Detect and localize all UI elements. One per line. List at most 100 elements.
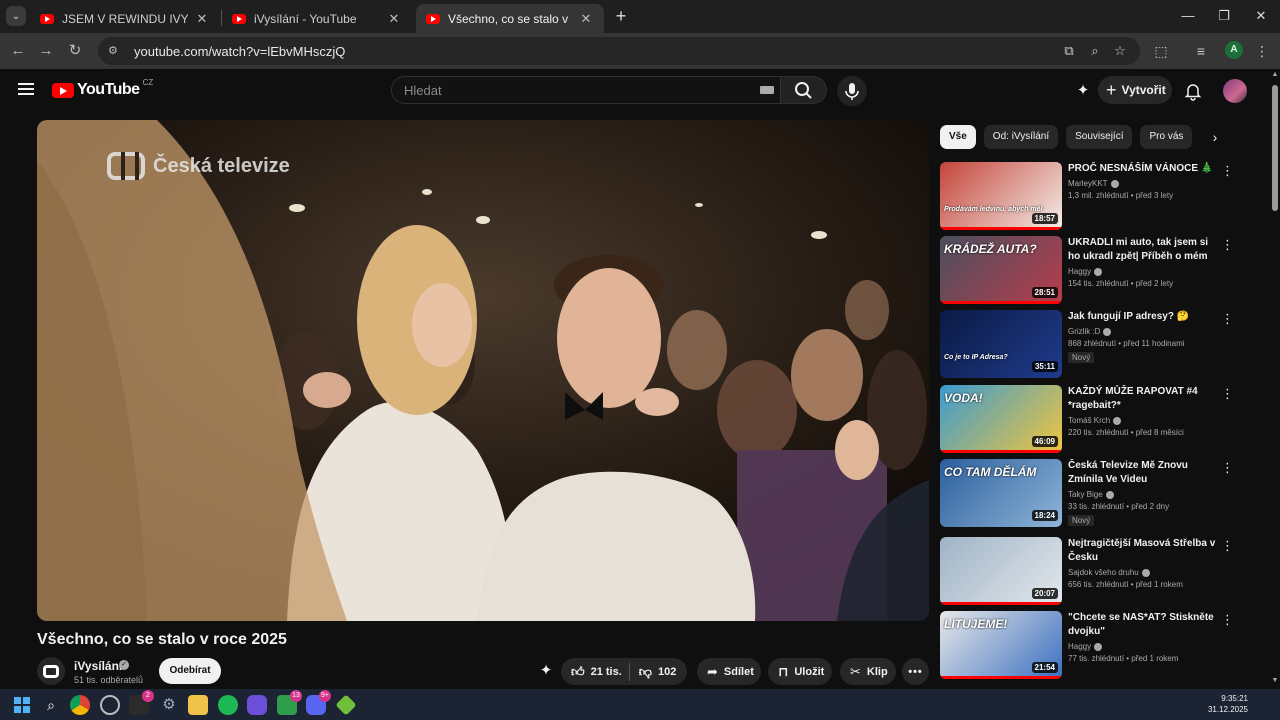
- clip-button[interactable]: ✂ Klip: [840, 658, 896, 685]
- restore-icon[interactable]: ❐: [1210, 6, 1238, 26]
- youtube-logo[interactable]: YouTube CZ: [52, 78, 153, 99]
- chrome-menu-icon[interactable]: ⋮: [1252, 41, 1272, 61]
- channel-avatar[interactable]: [37, 657, 65, 685]
- browser-tab-1[interactable]: JSEM V REWINDU IVYSÍLÁNÍ!!! - ✕: [30, 4, 220, 33]
- new-tab-icon[interactable]: +: [611, 7, 631, 27]
- file-explorer-icon[interactable]: [188, 695, 208, 715]
- taskbar-search-icon[interactable]: ⌕: [41, 695, 61, 715]
- clock-app-icon[interactable]: [100, 695, 120, 715]
- keyboard-icon[interactable]: [760, 86, 774, 94]
- video-thumbnail[interactable]: KRÁDEŽ AUTA? 28:51: [940, 236, 1062, 304]
- chip-from-channel[interactable]: Od: iVysílání: [983, 125, 1059, 149]
- close-icon[interactable]: ✕: [386, 11, 402, 27]
- chip-related[interactable]: Související: [1066, 125, 1133, 149]
- chrome-taskbar-icon[interactable]: [70, 695, 90, 715]
- video-thumbnail[interactable]: Prodávám ledvinu, abych měl 18:57: [940, 162, 1062, 230]
- zoom-icon[interactable]: ⌕: [1086, 43, 1104, 59]
- browser-tab-2[interactable]: iVysílání - YouTube ✕: [222, 4, 412, 33]
- more-options-icon[interactable]: ⋮: [1221, 164, 1234, 180]
- recommendation-item[interactable]: 20:07 Nejtragičtější Masová Střelba v Čes…: [940, 537, 1240, 605]
- back-arrow-icon[interactable]: ←: [8, 41, 28, 61]
- video-thumbnail[interactable]: CO TAM DĚLÁM 18:24: [940, 459, 1062, 527]
- like-count[interactable]: 21 tis.: [591, 666, 622, 678]
- media-control-icon[interactable]: ≡: [1191, 41, 1211, 61]
- notifications-bell-icon[interactable]: [1183, 81, 1203, 101]
- more-options-icon[interactable]: ⋮: [1221, 238, 1234, 254]
- windows-start-icon[interactable]: [12, 695, 32, 715]
- more-actions-button[interactable]: •••: [902, 658, 929, 685]
- extensions-puzzle-icon[interactable]: ⬚: [1151, 41, 1171, 61]
- video-title-link[interactable]: UKRADLI mi auto, tak jsem si ho ukradl z…: [1068, 236, 1216, 264]
- more-options-icon[interactable]: ⋮: [1221, 461, 1234, 477]
- close-icon[interactable]: ✕: [194, 11, 210, 27]
- minimize-icon[interactable]: —: [1174, 6, 1202, 26]
- recommendation-item[interactable]: LITUJEME! 21:54 "Chcete se NAS*AT? Stiskně…: [940, 611, 1240, 679]
- video-player[interactable]: Česká televize: [37, 120, 929, 621]
- recommendation-item[interactable]: CO TAM DĚLÁM 18:24 Česká Televize Mě Znovu…: [940, 459, 1240, 527]
- spotify-icon[interactable]: [218, 695, 238, 715]
- bookmark-star-icon[interactable]: ☆: [1111, 43, 1129, 59]
- create-button[interactable]: + Vytvořit: [1098, 76, 1172, 104]
- forward-arrow-icon[interactable]: →: [36, 41, 56, 61]
- video-title-link[interactable]: Jak fungují IP adresy? 🤔: [1068, 310, 1216, 324]
- recommendation-item[interactable]: Prodávám ledvinu, abych měl 18:57 PROČ NES…: [940, 162, 1240, 230]
- video-title-link[interactable]: PROČ NESNÁŠÍM VÁNOCE 🎄: [1068, 162, 1216, 176]
- url-text[interactable]: youtube.com/watch?v=lEbvMHsczjQ: [134, 44, 345, 59]
- channel-name[interactable]: Taky Bige: [1068, 490, 1103, 499]
- close-icon[interactable]: ✕: [578, 11, 594, 27]
- video-title-link[interactable]: "Chcete se NAS*AT? Stiskněte dvojku": [1068, 611, 1216, 639]
- thumbs-up-icon[interactable]: 👍︎: [571, 664, 585, 680]
- discord-icon[interactable]: 9+: [306, 690, 331, 715]
- video-thumbnail[interactable]: LITUJEME! 21:54: [940, 611, 1062, 679]
- sparkle-ai-icon[interactable]: ✦: [1073, 81, 1093, 101]
- app-taskbar-icon[interactable]: 2: [129, 690, 154, 715]
- channel-name[interactable]: MarleyKKT: [1068, 179, 1108, 188]
- channel-name[interactable]: Grizlik :D: [1068, 327, 1100, 336]
- recommendation-item[interactable]: VODA! 46:09 KAŽDÝ MŮŽE RAPOVAT #4 *ragebai…: [940, 385, 1240, 453]
- search-input[interactable]: [392, 77, 732, 103]
- search-button[interactable]: [781, 76, 827, 104]
- video-title-link[interactable]: KAŽDÝ MŮŽE RAPOVAT #4 *ragebait?*: [1068, 385, 1216, 413]
- voice-search-button[interactable]: [837, 76, 867, 106]
- window-close-icon[interactable]: ✕: [1247, 6, 1275, 26]
- chip-all[interactable]: Vše: [940, 125, 976, 149]
- scroll-down-icon[interactable]: ▼: [1271, 677, 1279, 685]
- browser-tab-3-active[interactable]: Všechno, co se stalo v roce 2025 ✕: [416, 4, 604, 33]
- chip-for-you[interactable]: Pro vás: [1140, 125, 1193, 149]
- install-app-icon[interactable]: ⧉: [1060, 43, 1078, 59]
- page-scrollbar[interactable]: ▲ ▼: [1270, 69, 1280, 689]
- subscribe-button[interactable]: Odebírat: [159, 658, 221, 684]
- video-thumbnail[interactable]: Co je to IP Adresa? 35:11: [940, 310, 1062, 378]
- ask-ai-sparkle-icon[interactable]: ✦: [536, 661, 556, 681]
- dislike-count[interactable]: 102: [658, 666, 676, 678]
- video-title-link[interactable]: Česká Televize Mě Znovu Zmínila Ve Videu: [1068, 459, 1216, 487]
- more-options-icon[interactable]: ⋮: [1221, 539, 1234, 555]
- channel-name[interactable]: iVysílání: [74, 659, 122, 673]
- thumbs-down-icon[interactable]: 👎︎: [639, 664, 652, 680]
- tab-search-icon[interactable]: ⌄: [6, 6, 26, 26]
- system-clock[interactable]: 9:35:21 31.12.2025: [1208, 693, 1248, 715]
- chevron-right-icon[interactable]: ›: [1206, 128, 1224, 146]
- scroll-up-icon[interactable]: ▲: [1271, 71, 1279, 79]
- settings-gear-icon[interactable]: ⚙: [159, 695, 179, 715]
- channel-name[interactable]: Haggy: [1068, 267, 1091, 276]
- recommendation-item[interactable]: Co je to IP Adresa? 35:11 Jak fungují IP a…: [940, 310, 1240, 378]
- minecraft-icon[interactable]: [335, 694, 357, 716]
- scrollbar-thumb[interactable]: [1272, 85, 1278, 211]
- more-options-icon[interactable]: ⋮: [1221, 613, 1234, 629]
- address-bar[interactable]: ⚙ youtube.com/watch?v=lEbvMHsczjQ ⧉ ⌕ ☆: [98, 37, 1140, 65]
- reload-icon[interactable]: ↻: [65, 41, 85, 61]
- more-options-icon[interactable]: ⋮: [1221, 312, 1234, 328]
- video-thumbnail[interactable]: 20:07: [940, 537, 1062, 605]
- video-thumbnail[interactable]: VODA! 46:09: [940, 385, 1062, 453]
- channel-name[interactable]: Sajdok všeho druhu: [1068, 568, 1139, 577]
- recommendation-item[interactable]: KRÁDEŽ AUTA? 28:51 UKRADLI mi auto, tak js…: [940, 236, 1240, 304]
- menu-hamburger-icon[interactable]: [18, 83, 34, 95]
- channel-name[interactable]: Tomáš Krch: [1068, 416, 1110, 425]
- video-title-link[interactable]: Nejtragičtější Masová Střelba v Česku: [1068, 537, 1216, 565]
- account-avatar[interactable]: [1223, 79, 1247, 103]
- browser-profile-avatar[interactable]: A: [1225, 41, 1243, 59]
- share-button[interactable]: ➦ Sdílet: [697, 658, 761, 685]
- channel-name[interactable]: Haggy: [1068, 642, 1091, 651]
- more-options-icon[interactable]: ⋮: [1221, 387, 1234, 403]
